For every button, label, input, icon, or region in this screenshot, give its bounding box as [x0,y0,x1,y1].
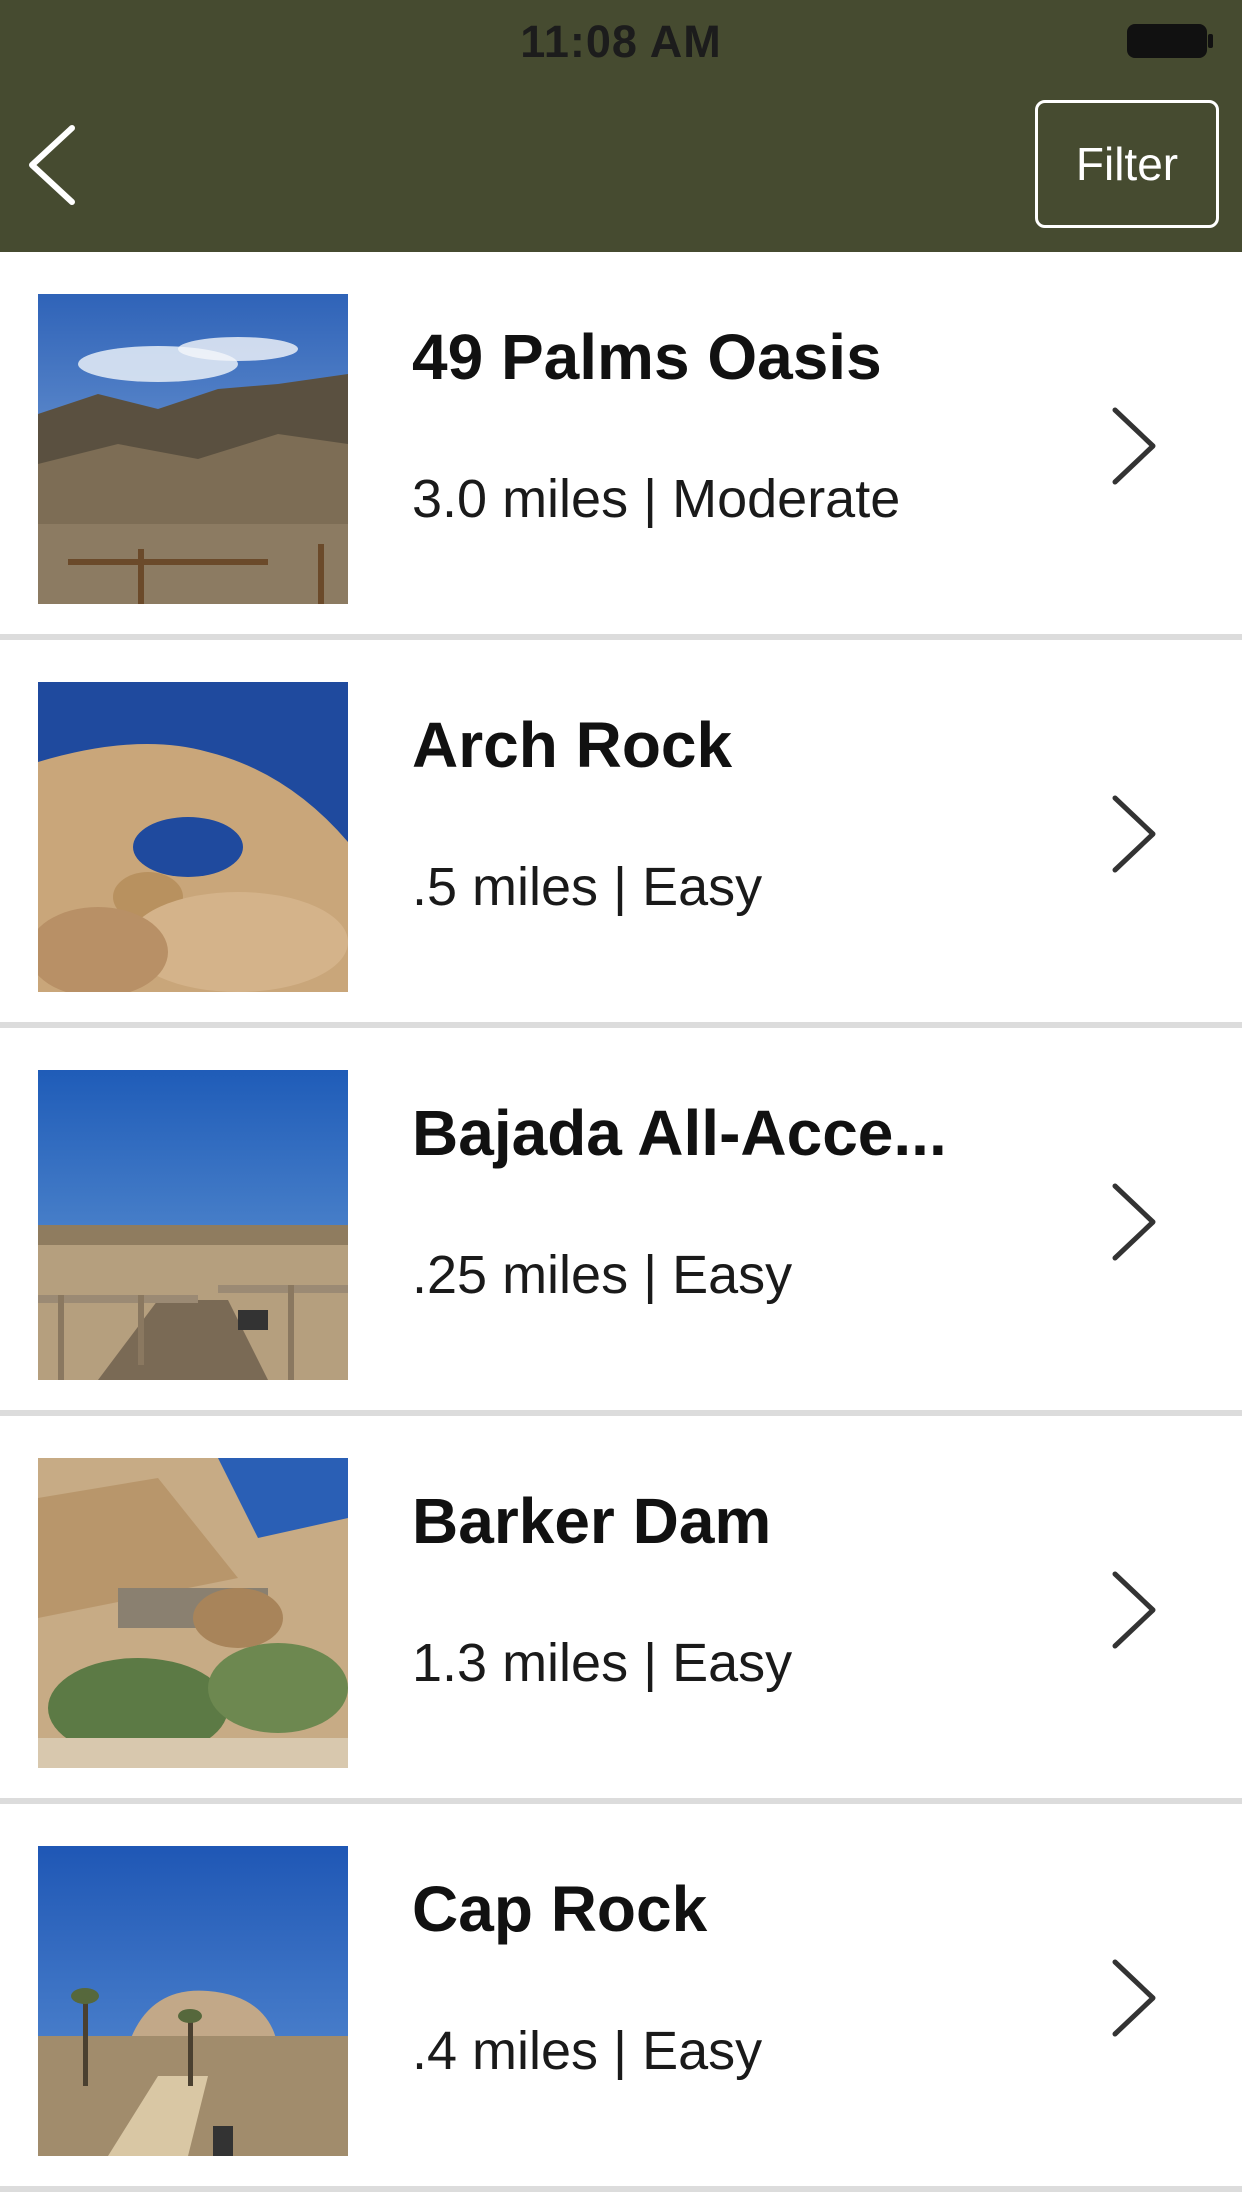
chevron-right-icon [1112,1183,1156,1261]
cap-rock-photo [38,1846,348,2156]
trail-meta: .5 miles | Easy [412,857,763,917]
trail-meta: 3.0 miles | Moderate [412,469,901,529]
trail-name: Bajada All-Acce... [412,1097,947,1169]
filter-button[interactable]: Filter [1035,100,1219,228]
trail-row-arch-rock[interactable]: Arch Rock .5 miles | Easy [0,640,1242,1028]
chevron-right-icon [1112,1959,1156,2037]
trail-name: Cap Rock [412,1873,708,1945]
dam-rocks-photo [38,1458,348,1768]
trail-list: 49 Palms Oasis 3.0 miles | Moderate Arch… [0,252,1242,2192]
boardwalk-photo [38,1070,348,1380]
nav-header: 11:08 AM Filter [0,0,1242,252]
back-button[interactable] [22,120,92,210]
chevron-right-icon [1112,795,1156,873]
trail-name: Arch Rock [412,709,733,781]
trail-meta: .4 miles | Easy [412,2021,763,2081]
trail-name: 49 Palms Oasis [412,321,882,393]
chevron-left-icon [29,125,75,205]
trail-row-49-palms-oasis[interactable]: 49 Palms Oasis 3.0 miles | Moderate [0,252,1242,640]
chevron-right-icon [1112,407,1156,485]
trail-name: Barker Dam [412,1485,772,1557]
trail-meta: .25 miles | Easy [412,1245,793,1305]
trail-row-barker-dam[interactable]: Barker Dam 1.3 miles | Easy [0,1416,1242,1804]
arch-rock-photo [38,682,348,992]
trail-meta: 1.3 miles | Easy [412,1633,793,1693]
status-time: 11:08 AM [520,16,722,67]
row-divider [0,2186,1242,2192]
battery-full-icon [1127,24,1213,58]
trail-row-cap-rock[interactable]: Cap Rock .4 miles | Easy [0,1804,1242,2192]
trail-row-bajada[interactable]: Bajada All-Acce... .25 miles | Easy [0,1028,1242,1416]
chevron-right-icon [1112,1571,1156,1649]
desert-canyon-photo [38,294,348,604]
